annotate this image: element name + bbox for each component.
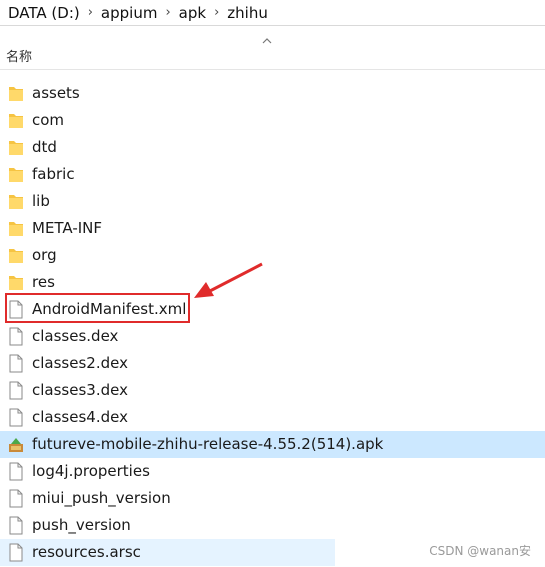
annotation-arrow-icon [194, 262, 263, 298]
list-item-label: resources.arsc [32, 543, 141, 561]
folder-icon [8, 192, 24, 211]
list-item-label: classes3.dex [32, 381, 128, 399]
list-item[interactable]: org [0, 242, 545, 269]
folder-icon [8, 219, 24, 238]
list-item-label: assets [32, 84, 80, 102]
folder-icon [8, 165, 24, 184]
list-item[interactable]: classes3.dex [0, 377, 545, 404]
list-item-label: lib [32, 192, 50, 210]
list-item-label: push_version [32, 516, 131, 534]
list-item-label: com [32, 111, 65, 129]
file-icon [8, 354, 24, 373]
chevron-right-icon[interactable]: › [212, 5, 221, 20]
list-item[interactable]: miui_push_version [0, 485, 545, 512]
list-item-label: fabric [32, 165, 75, 183]
list-item-label: log4j.properties [32, 462, 150, 480]
apk-package-icon [8, 435, 24, 454]
watermark: CSDN @wanan安 [429, 544, 531, 558]
folder-icon [8, 138, 24, 157]
breadcrumb-item-zhihu[interactable]: zhihu [221, 4, 274, 22]
folder-icon [8, 273, 24, 292]
list-item-label: org [32, 246, 57, 264]
list-item[interactable]: res [0, 269, 545, 296]
list-item[interactable]: assets [0, 80, 545, 107]
list-item[interactable]: dtd [0, 134, 545, 161]
chevron-right-icon[interactable]: › [86, 5, 95, 20]
file-icon [8, 516, 24, 535]
list-item-label: dtd [32, 138, 57, 156]
list-item[interactable]: classes.dex [0, 323, 545, 350]
list-item[interactable]: lib [0, 188, 545, 215]
breadcrumb: DATA (D:) › appium › apk › zhihu [0, 0, 545, 26]
list-item-label: classes.dex [32, 327, 119, 345]
sort-up-icon [262, 38, 272, 44]
list-item-label: futureve-mobile-zhihu-release-4.55.2(514… [32, 435, 384, 453]
annotation-highlight-box [5, 293, 190, 323]
list-item-label: miui_push_version [32, 489, 171, 507]
list-item[interactable]: com [0, 107, 545, 134]
file-icon [8, 489, 24, 508]
folder-icon [8, 84, 24, 103]
breadcrumb-item-appium[interactable]: appium [95, 4, 164, 22]
list-item[interactable]: classes2.dex [0, 350, 545, 377]
folder-icon [8, 246, 24, 265]
list-item-label: META-INF [32, 219, 103, 237]
list-item[interactable]: fabric [0, 161, 545, 188]
column-header-name[interactable]: 名称 [6, 46, 32, 65]
list-item[interactable]: futureve-mobile-zhihu-release-4.55.2(514… [0, 431, 545, 458]
column-header[interactable]: 名称 [0, 38, 545, 70]
chevron-right-icon[interactable]: › [163, 5, 172, 20]
file-icon [8, 381, 24, 400]
list-item[interactable]: push_version [0, 512, 545, 539]
list-item[interactable]: classes4.dex [0, 404, 545, 431]
list-item-label: classes2.dex [32, 354, 128, 372]
breadcrumb-item-drive[interactable]: DATA (D:) [2, 4, 86, 22]
file-icon [8, 327, 24, 346]
folder-icon [8, 111, 24, 130]
file-icon [8, 462, 24, 481]
file-icon [8, 543, 24, 562]
list-item[interactable]: log4j.properties [0, 458, 545, 485]
list-item-label: res [32, 273, 55, 291]
list-item-label: classes4.dex [32, 408, 128, 426]
file-icon [8, 408, 24, 427]
list-item[interactable]: META-INF [0, 215, 545, 242]
list-item[interactable]: resources.arsc [0, 539, 335, 566]
breadcrumb-item-apk[interactable]: apk [173, 4, 212, 22]
